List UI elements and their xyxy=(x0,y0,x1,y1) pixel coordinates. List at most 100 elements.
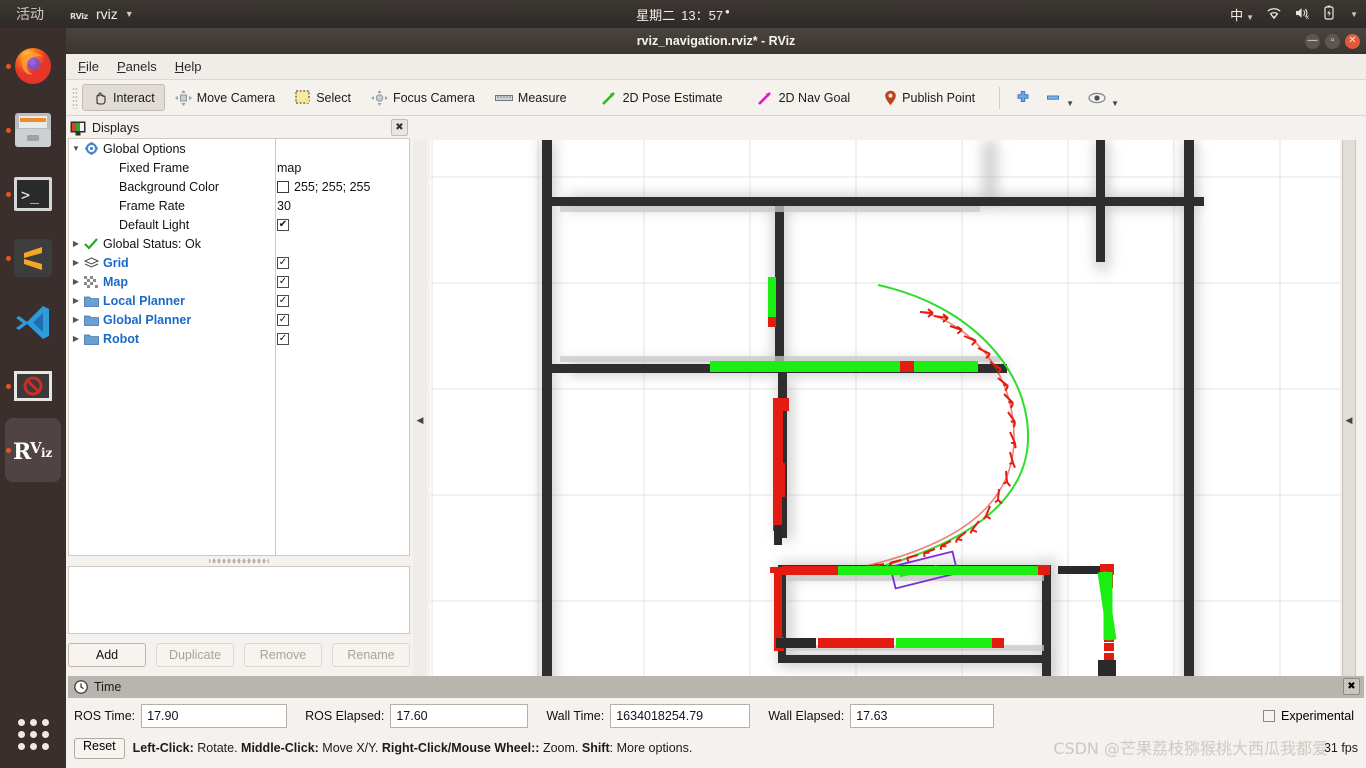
tree-row-value[interactable]: ✓ xyxy=(277,294,289,307)
mouse-hint-text: Left-Click: Rotate. Middle-Click: Move X… xyxy=(133,741,693,755)
tree-row-frame-rate[interactable]: Frame Rate 30 xyxy=(69,196,409,215)
grid-enabled-checkbox[interactable]: ✓ xyxy=(277,256,289,269)
expand-arrow-icon[interactable]: ▶ xyxy=(69,258,83,267)
minimize-icon[interactable]: — xyxy=(1305,33,1320,49)
global-planner-enabled-checkbox[interactable]: ✓ xyxy=(277,313,289,326)
tree-row-grid[interactable]: ▶ Grid ✓ xyxy=(69,253,409,272)
wall-time-input[interactable]: 1634018254.79 xyxy=(610,704,751,728)
battery-charging-icon[interactable] xyxy=(1323,5,1335,23)
tool-2d-nav-goal[interactable]: 2D Nav Goal xyxy=(747,84,861,111)
desktop-top-bar: 活动 RViz rviz ▼ 星期二 13：57 ● 中 ▼ x ▼ xyxy=(0,0,1366,28)
tree-row-global-status[interactable]: ▶ Global Status: Ok xyxy=(69,234,409,253)
color-swatch[interactable] xyxy=(277,180,289,193)
close-icon[interactable]: ✖ xyxy=(391,119,408,136)
tree-row-robot[interactable]: ▶ Robot ✓ xyxy=(69,329,409,348)
add-tool-button[interactable] xyxy=(1008,84,1038,111)
ubuntu-launcher-dock: >_ R V iz xyxy=(0,28,66,768)
expand-arrow-icon[interactable]: ▶ xyxy=(69,277,83,286)
dock-item-vscode[interactable] xyxy=(0,290,66,354)
menu-panels[interactable]: Panels xyxy=(117,59,157,74)
dock-item-files[interactable] xyxy=(0,98,66,162)
default-light-checkbox[interactable]: ✔ xyxy=(277,218,289,231)
firefox-icon xyxy=(15,48,51,84)
tree-row-value[interactable]: ✔ xyxy=(277,218,289,231)
tree-row-label: Default Light xyxy=(119,217,190,232)
chevron-down-icon[interactable]: ▼ xyxy=(1111,99,1119,108)
tree-row-value[interactable]: 30 xyxy=(277,199,291,213)
wifi-icon[interactable] xyxy=(1266,6,1282,23)
volume-muted-icon[interactable]: x xyxy=(1294,6,1311,23)
left-panel-collapse-handle[interactable]: ◀ xyxy=(413,140,427,700)
ros-time-input[interactable]: 17.90 xyxy=(141,704,288,728)
chevron-down-icon[interactable]: ▼ xyxy=(1066,99,1074,108)
menu-help[interactable]: Help xyxy=(175,59,202,74)
expand-arrow-icon[interactable]: ▶ xyxy=(69,239,83,248)
tree-row-value[interactable]: map xyxy=(277,161,301,175)
activities-button[interactable]: 活动 xyxy=(16,4,44,24)
tool-move-camera[interactable]: Move Camera xyxy=(165,84,286,111)
close-icon[interactable]: ✕ xyxy=(1345,33,1360,49)
remove-tool-button[interactable]: ▼ xyxy=(1038,84,1081,111)
toolbar-grip[interactable] xyxy=(72,86,78,109)
dock-item-blocked-app[interactable] xyxy=(0,354,66,418)
tree-row-label: Global Planner xyxy=(103,312,192,327)
chevron-down-icon[interactable]: ▼ xyxy=(1350,10,1358,19)
active-app-name[interactable]: rviz xyxy=(96,6,118,22)
ros-elapsed-input[interactable]: 17.60 xyxy=(390,704,529,728)
tree-row-map[interactable]: ▶ Map ✓ xyxy=(69,272,409,291)
right-panel-collapse-handle[interactable]: ◀ xyxy=(1342,140,1356,700)
dock-item-sublime-text[interactable] xyxy=(0,226,66,290)
expand-arrow-icon[interactable]: ▼ xyxy=(69,144,83,153)
tree-row-value[interactable]: ✓ xyxy=(277,313,289,326)
tree-row-value[interactable]: ✓ xyxy=(277,256,289,269)
tool-interact[interactable]: Interact xyxy=(82,84,165,111)
chevron-down-icon[interactable]: ▼ xyxy=(125,9,134,19)
menu-file[interactable]: File xyxy=(78,59,99,74)
hint-shift: Shift xyxy=(581,741,610,755)
tree-row-background-color[interactable]: Background Color 255; 255; 255 xyxy=(69,177,409,196)
expand-arrow-icon[interactable]: ▶ xyxy=(69,334,83,343)
local-planner-enabled-checkbox[interactable]: ✓ xyxy=(277,294,289,307)
tool-measure[interactable]: Measure xyxy=(485,84,577,111)
robot-enabled-checkbox[interactable]: ✓ xyxy=(277,332,289,345)
expand-arrow-icon[interactable]: ▶ xyxy=(69,315,83,324)
maximize-icon[interactable]: ▫ xyxy=(1325,33,1340,49)
displays-tree[interactable]: ▼ Global Options Fixed Frame map Backgro… xyxy=(68,138,410,556)
tree-row-global-options[interactable]: ▼ Global Options xyxy=(69,139,409,158)
tree-row-local-planner[interactable]: ▶ Local Planner ✓ xyxy=(69,291,409,310)
experimental-toggle[interactable]: Experimental xyxy=(1263,709,1354,723)
tool-publish-point[interactable]: Publish Point xyxy=(874,84,985,111)
map-enabled-checkbox[interactable]: ✓ xyxy=(277,275,289,288)
terminal-icon: >_ xyxy=(14,177,52,211)
wall-elapsed-input[interactable]: 17.63 xyxy=(850,704,995,728)
show-applications-button[interactable] xyxy=(0,706,66,762)
csdn-watermark: CSDN @芒果荔枝猕猴桃大西瓜我都爱 xyxy=(1053,739,1328,758)
tool-properties-button[interactable]: ▼ xyxy=(1081,84,1126,111)
dock-item-terminal[interactable]: >_ xyxy=(0,162,66,226)
panel-splitter[interactable] xyxy=(209,557,269,565)
tool-focus-camera[interactable]: Focus Camera xyxy=(361,84,485,111)
tree-row-global-planner[interactable]: ▶ Global Planner ✓ xyxy=(69,310,409,329)
reset-button[interactable]: Reset xyxy=(74,737,125,759)
expand-arrow-icon[interactable]: ▶ xyxy=(69,296,83,305)
blocked-icon xyxy=(14,371,52,401)
dock-item-firefox[interactable] xyxy=(0,34,66,98)
tree-row-value[interactable]: ✓ xyxy=(277,332,289,345)
tool-label: 2D Nav Goal xyxy=(778,90,851,105)
tool-2d-pose-estimate[interactable]: 2D Pose Estimate xyxy=(591,84,733,111)
render-view-3d[interactable] xyxy=(430,140,1340,700)
rename-button: Rename xyxy=(332,643,410,667)
tree-row-value[interactable]: ✓ xyxy=(277,275,289,288)
add-button[interactable]: Add xyxy=(68,643,146,667)
tool-select[interactable]: Select xyxy=(285,84,361,111)
navigation-map-render[interactable] xyxy=(430,140,1340,700)
rviz-icon: R V iz xyxy=(13,439,53,465)
input-method-indicator[interactable]: 中 ▼ xyxy=(1230,5,1254,24)
tree-row-value[interactable]: 255; 255; 255 xyxy=(277,180,370,194)
tree-row-default-light[interactable]: Default Light ✔ xyxy=(69,215,409,234)
clock[interactable]: 星期二 13：57 ● xyxy=(0,5,1366,24)
experimental-checkbox[interactable] xyxy=(1263,710,1276,722)
dock-item-rviz[interactable]: R V iz xyxy=(5,418,61,482)
close-icon[interactable]: ✖ xyxy=(1343,678,1360,695)
tree-row-fixed-frame[interactable]: Fixed Frame map xyxy=(69,158,409,177)
